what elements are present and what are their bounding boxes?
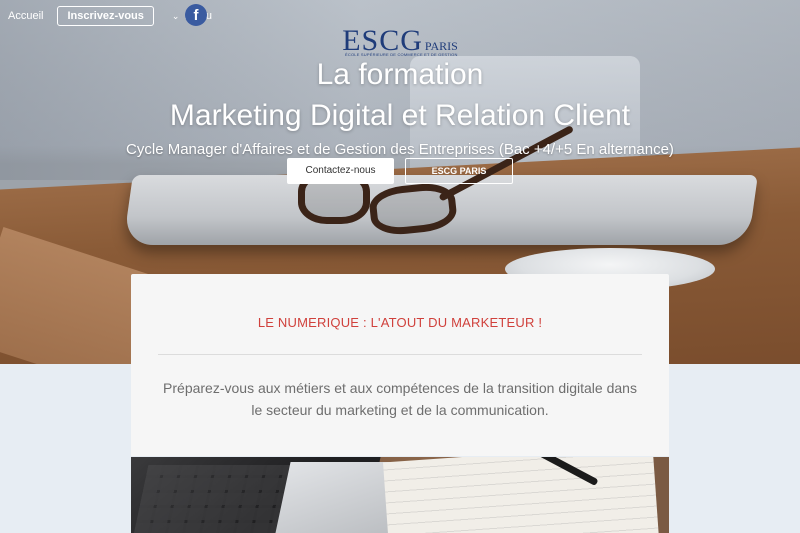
- hero-subtitle: Cycle Manager d'Affaires et de Gestion d…: [126, 141, 674, 158]
- facebook-icon[interactable]: f: [185, 4, 207, 26]
- card-body-text: Préparez-vous aux métiers et aux compéte…: [163, 380, 637, 418]
- workspace-photo: [131, 457, 669, 533]
- logo-tagline: ÉCOLE SUPÉRIEURE DE COMMERCE ET DE GESTI…: [345, 52, 458, 57]
- page: Accueil Inscrivez-vous ⌄Menu f ESCGPARIS…: [0, 0, 800, 533]
- register-button[interactable]: Inscrivez-vous: [57, 6, 154, 26]
- photo-notebook: [383, 457, 659, 533]
- contact-button[interactable]: Contactez-nous: [287, 158, 394, 184]
- chevron-down-icon: ⌄: [171, 11, 180, 21]
- hero-title-line-1: La formation: [316, 58, 484, 91]
- escg-paris-button[interactable]: ESCG PARIS: [405, 158, 513, 184]
- hero-title-line-2: Marketing Digital et Relation Client: [169, 99, 631, 132]
- top-nav: Accueil Inscrivez-vous ⌄Menu: [8, 6, 212, 26]
- intro-card: LE NUMERIQUE : L'ATOUT DU MARKETEUR ! Pr…: [131, 274, 669, 456]
- card-heading: LE NUMERIQUE : L'ATOUT DU MARKETEUR !: [257, 315, 543, 330]
- nav-home-link[interactable]: Accueil: [8, 10, 43, 22]
- card-divider: [158, 354, 642, 355]
